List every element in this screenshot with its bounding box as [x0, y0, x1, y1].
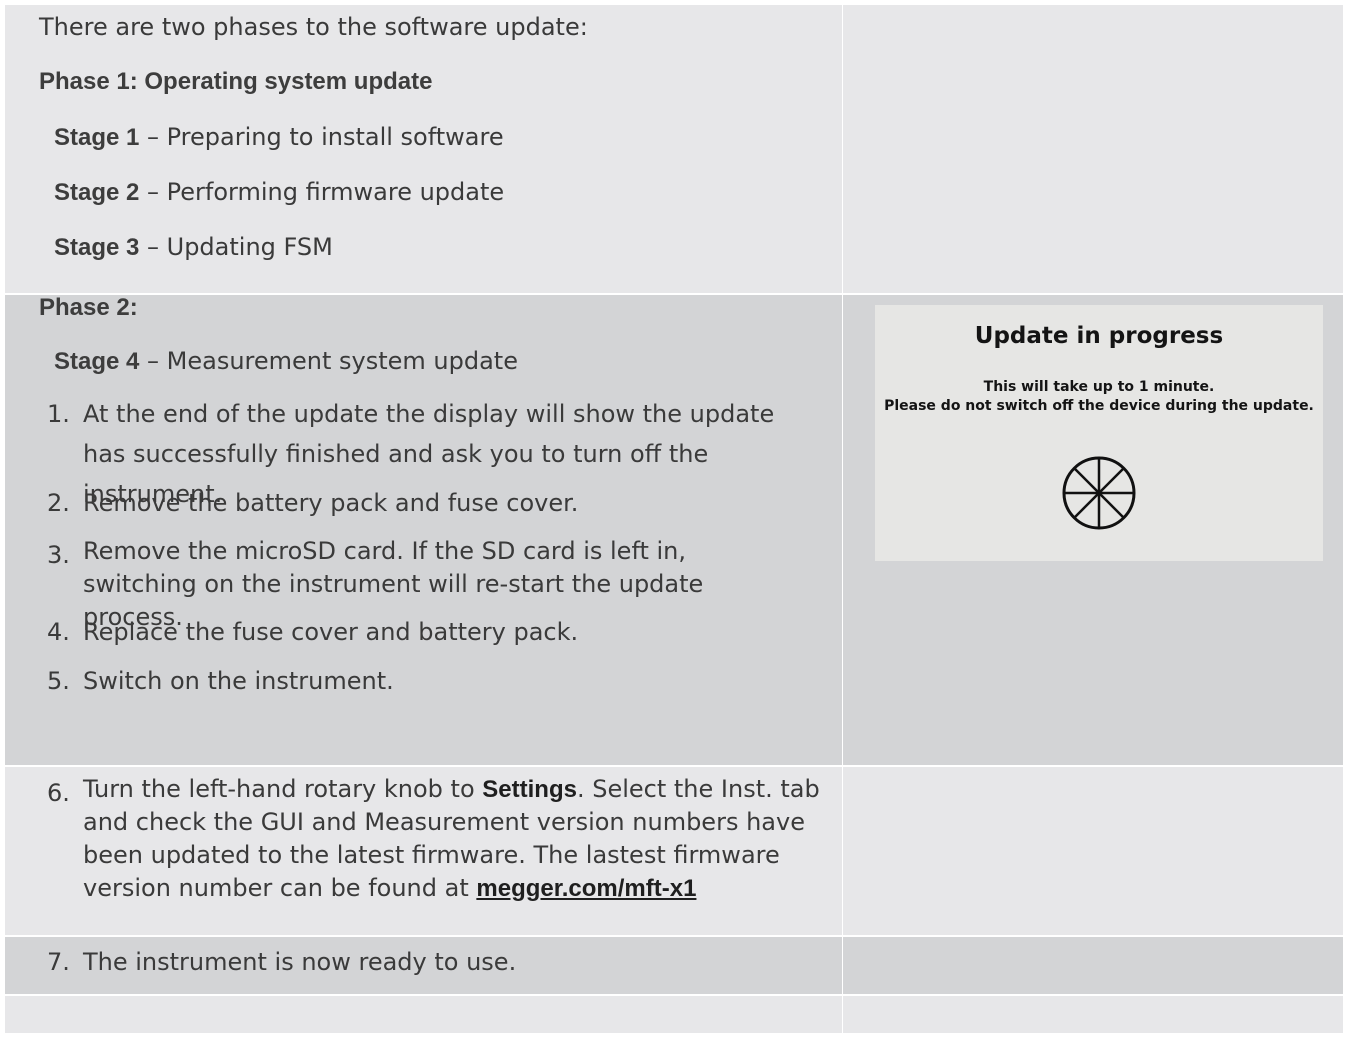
empty-row-cell [843, 996, 1343, 1033]
phase1-heading: Phase 1: Operating system update [39, 68, 433, 95]
phase2-heading: Phase 2: [39, 294, 138, 321]
phase1-image-cell [843, 5, 1343, 293]
megger-link[interactable]: megger.com/mft-x1 [476, 875, 696, 902]
step-4-number: 4. [47, 618, 70, 646]
stage-3: Stage 3 – Updating FSM [54, 232, 333, 263]
step-6-text: Turn the left-hand rotary knob to Settin… [83, 773, 843, 905]
settings-label: Settings [482, 776, 577, 803]
step-5-number: 5. [47, 667, 70, 695]
phase2-cell: Phase 2: Stage 4 – Measurement system up… [5, 294, 842, 765]
step-1-number: 1. [47, 400, 70, 428]
stage-3-text: – Updating FSM [139, 233, 333, 261]
screen-title: Update in progress [974, 323, 1224, 349]
step-6-text-part: Turn the left-hand rotary knob to [83, 775, 483, 803]
stage-4: Stage 4 – Measurement system update [54, 346, 518, 377]
step7-image-cell [843, 937, 1343, 994]
stage-3-label: Stage 3 [54, 234, 140, 261]
stage-2: Stage 2 – Performing firmware update [54, 177, 504, 208]
step-7-text: The instrument is now ready to use. [83, 948, 517, 976]
stage-4-text: – Measurement system update [139, 347, 518, 375]
phase2-image-cell: Update in progress This will take up to … [843, 295, 1343, 765]
stage-1: Stage 1 – Preparing to install software [54, 122, 504, 153]
instructions-table: There are two phases to the software upd… [5, 5, 1343, 1033]
step-5-text: Switch on the instrument. [83, 667, 394, 695]
step-2-text: Remove the battery pack and fuse cover. [83, 489, 579, 517]
step6-image-cell [843, 767, 1343, 935]
update-in-progress-screen: Update in progress This will take up to … [875, 305, 1323, 561]
screen-message-line-1: This will take up to 1 minute. [983, 379, 1215, 395]
step-6-number: 6. [47, 779, 70, 807]
phase1-cell: There are two phases to the software upd… [5, 5, 842, 293]
step7-cell: 7. The instrument is now ready to use. [5, 937, 842, 994]
step-4-text: Replace the fuse cover and battery pack. [83, 618, 579, 646]
intro-text: There are two phases to the software upd… [39, 13, 588, 41]
stage-2-text: – Performing firmware update [139, 178, 505, 206]
spinner-icon [1062, 456, 1136, 530]
stage-1-text: – Preparing to install software [139, 123, 504, 151]
empty-row-cell [5, 996, 842, 1033]
step-3-number: 3. [47, 541, 70, 569]
stage-1-label: Stage 1 [54, 124, 140, 151]
screen-message-line-2: Please do not switch off the device duri… [884, 398, 1314, 414]
step6-cell: 6. Turn the left-hand rotary knob to Set… [5, 767, 842, 935]
step-7-number: 7. [47, 948, 70, 976]
stage-4-label: Stage 4 [54, 348, 140, 375]
stage-2-label: Stage 2 [54, 179, 140, 206]
step-2-number: 2. [47, 489, 70, 517]
